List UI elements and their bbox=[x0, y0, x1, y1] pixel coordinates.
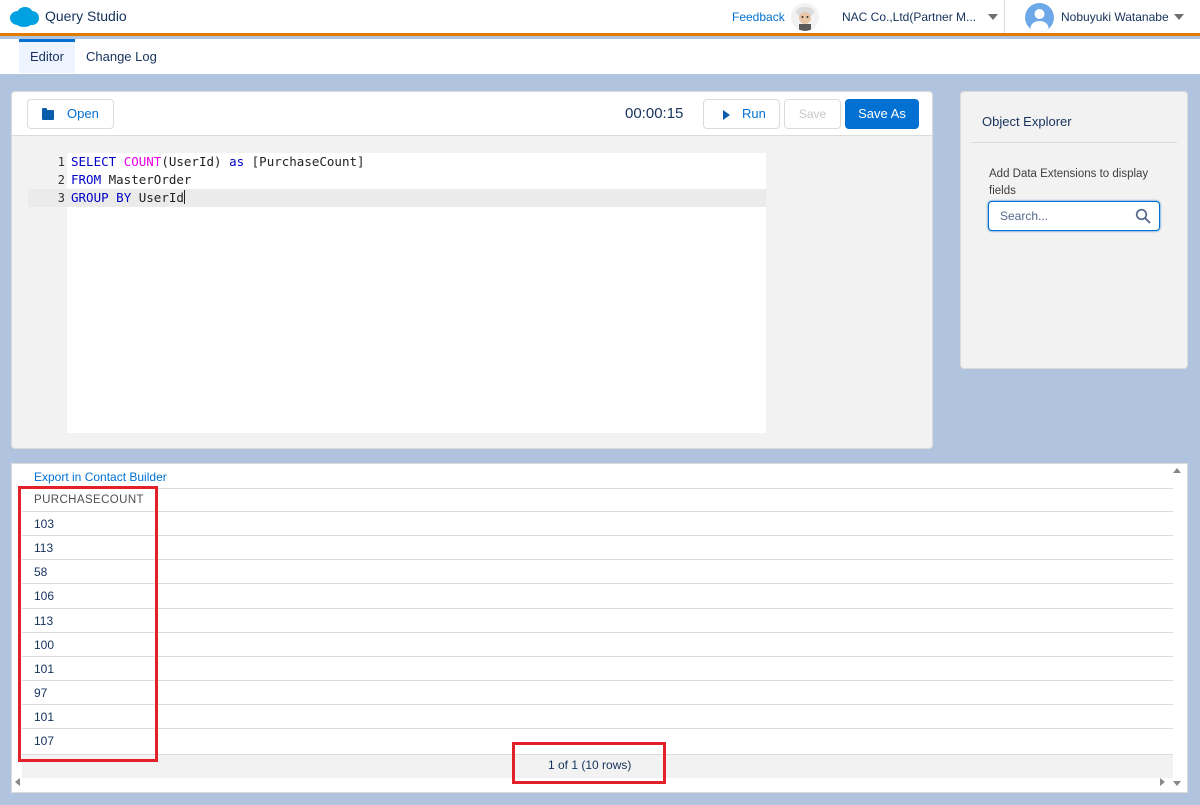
play-icon bbox=[723, 110, 730, 120]
query-timer: 00:00:15 bbox=[625, 105, 684, 122]
line-number: 1 bbox=[57, 155, 65, 169]
org-switcher-label[interactable]: NAC Co.,Ltd(Partner M... bbox=[842, 10, 976, 24]
run-button-label: Run bbox=[742, 106, 766, 121]
table-cell: 113 bbox=[34, 614, 54, 628]
table-cell: 103 bbox=[34, 517, 55, 531]
row-divider bbox=[22, 728, 1173, 729]
row-divider bbox=[22, 535, 1173, 536]
export-contact-builder-link[interactable]: Export in Contact Builder bbox=[34, 470, 167, 484]
row-divider bbox=[22, 632, 1173, 633]
row-divider bbox=[22, 680, 1173, 681]
user-name[interactable]: Nobuyuki Watanabe bbox=[1061, 10, 1169, 24]
query-editor-panel: Open 00:00:15 Run Save Save As 1 2 3 SEL… bbox=[11, 91, 933, 449]
editor-toolbar: Open 00:00:15 Run Save Save As bbox=[12, 92, 932, 136]
folder-icon bbox=[42, 108, 54, 120]
open-button-label: Open bbox=[67, 106, 99, 121]
results-divider bbox=[22, 488, 1173, 489]
tab-bar: Editor Change Log bbox=[0, 39, 1200, 74]
pager-status: 1 of 1 (10 rows) bbox=[548, 758, 632, 772]
line-number-gutter: 1 2 3 bbox=[28, 153, 67, 207]
explorer-search-box[interactable] bbox=[988, 201, 1160, 231]
einstein-avatar bbox=[791, 3, 819, 31]
table-cell: 106 bbox=[34, 589, 55, 603]
run-button[interactable]: Run bbox=[703, 99, 780, 129]
header-divider bbox=[1004, 0, 1005, 33]
code-line-2[interactable]: FROM MasterOrder bbox=[67, 171, 191, 189]
search-icon[interactable] bbox=[1135, 208, 1151, 224]
row-divider bbox=[22, 511, 1173, 512]
feedback-link[interactable]: Feedback bbox=[732, 10, 785, 24]
table-cell: 107 bbox=[34, 734, 55, 748]
scroll-up-arrow-icon[interactable] bbox=[1173, 468, 1181, 473]
save-button[interactable]: Save bbox=[784, 99, 841, 129]
explorer-hint-text: Add Data Extensions to display fields bbox=[989, 168, 1149, 197]
salesforce-cloud-logo bbox=[10, 7, 39, 27]
top-header: Query Studio Feedback NAC Co.,Ltd(Partne… bbox=[0, 0, 1200, 36]
row-divider bbox=[22, 559, 1173, 560]
table-cell: 101 bbox=[34, 662, 55, 676]
scroll-right-arrow-icon[interactable] bbox=[1160, 778, 1165, 786]
tab-change-log[interactable]: Change Log bbox=[86, 39, 157, 73]
open-button[interactable]: Open bbox=[27, 99, 114, 129]
save-as-button[interactable]: Save As bbox=[845, 99, 919, 129]
line-number: 3 bbox=[57, 191, 65, 205]
code-line-1[interactable]: SELECT COUNT(UserId) as [PurchaseCount] bbox=[67, 153, 365, 171]
save-as-button-label: Save As bbox=[858, 106, 906, 121]
code-line-3[interactable]: GROUP BY UserId bbox=[67, 189, 185, 207]
table-cell: 113 bbox=[34, 541, 54, 555]
explorer-search-input[interactable] bbox=[989, 202, 1129, 230]
table-cell: 58 bbox=[34, 565, 48, 579]
row-divider bbox=[22, 704, 1173, 705]
column-header-purchasecount[interactable]: PURCHASECOUNT bbox=[34, 494, 144, 506]
chevron-down-icon[interactable] bbox=[1174, 14, 1184, 20]
tab-editor[interactable]: Editor bbox=[19, 39, 75, 73]
object-explorer-panel: Object Explorer Add Data Extensions to d… bbox=[960, 91, 1188, 369]
chevron-down-icon[interactable] bbox=[988, 14, 998, 20]
table-cell: 97 bbox=[34, 686, 48, 700]
object-explorer-title: Object Explorer bbox=[982, 114, 1072, 129]
scroll-down-arrow-icon[interactable] bbox=[1173, 781, 1181, 786]
table-cell: 100 bbox=[34, 638, 55, 652]
query-results-panel: Export in Contact Builder PURCHASECOUNT … bbox=[11, 463, 1188, 793]
explorer-divider bbox=[971, 142, 1177, 143]
row-divider bbox=[22, 656, 1173, 657]
user-avatar-icon[interactable] bbox=[1025, 3, 1054, 32]
app-title: Query Studio bbox=[45, 8, 127, 24]
text-cursor bbox=[183, 190, 185, 204]
save-button-label: Save bbox=[798, 107, 827, 121]
row-divider bbox=[22, 583, 1173, 584]
line-number: 2 bbox=[57, 173, 65, 187]
scroll-left-arrow-icon[interactable] bbox=[15, 778, 20, 786]
row-divider bbox=[22, 608, 1173, 609]
table-cell: 101 bbox=[34, 710, 55, 724]
